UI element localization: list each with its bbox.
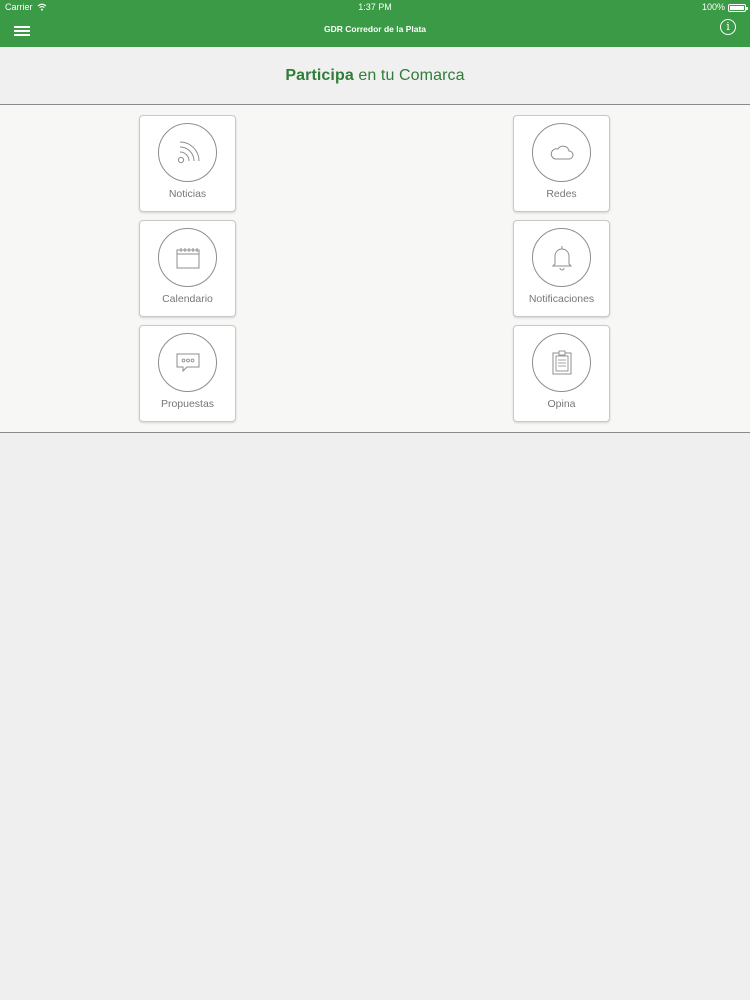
calendar-icon [176, 247, 199, 268]
tile-notificaciones[interactable]: Notificaciones [513, 220, 610, 317]
tile-redes[interactable]: Redes [513, 115, 610, 212]
tile-label: Propuestas [160, 398, 215, 410]
tile-label: Calendario [162, 293, 213, 305]
tile-icon-circle [158, 123, 217, 182]
page-header: Participa en tu Comarca [0, 47, 750, 105]
page-title-bold: Participa [285, 67, 354, 84]
info-circle-icon[interactable]: i [720, 19, 736, 35]
clipboard-icon [552, 350, 571, 374]
tile-noticias[interactable]: Noticias [139, 115, 236, 212]
tile-icon-circle [532, 333, 591, 392]
tile-icon-circle [532, 123, 591, 182]
chat-bubble-icon [176, 353, 199, 372]
nav-title: GDR Corredor de la Plata [323, 24, 427, 34]
battery-icon [728, 3, 748, 12]
tile-icon-circle [158, 333, 217, 392]
tile-propuestas[interactable]: Propuestas [139, 325, 236, 422]
tile-calendario[interactable]: Calendario [139, 220, 236, 317]
status-time: 1:37 PM [358, 2, 392, 12]
navigation-bar: GDR Corredor de la Plata i [0, 15, 750, 47]
battery-percent: 100% [701, 2, 725, 12]
tile-opina[interactable]: Opina [513, 325, 610, 422]
tile-label: Opina [547, 398, 576, 410]
cloud-icon [550, 145, 573, 159]
rss-icon [177, 141, 199, 163]
bell-icon [551, 245, 572, 270]
menu-grid: Noticias Redes Calendario Notificaciones… [0, 105, 750, 433]
status-bar: Carrier 1:37 PM 100% [0, 0, 750, 15]
app-top-bar: Carrier 1:37 PM 100% GDR Corredor de la … [0, 0, 750, 47]
tile-label: Redes [546, 188, 577, 200]
tile-icon-circle [532, 228, 591, 287]
tile-label: Notificaciones [528, 293, 595, 305]
battery-indicator: 100% [701, 0, 748, 15]
tile-icon-circle [158, 228, 217, 287]
tile-label: Noticias [168, 188, 207, 200]
page-title: Participa en tu Comarca [0, 67, 750, 85]
page-title-rest: en tu Comarca [358, 67, 465, 84]
